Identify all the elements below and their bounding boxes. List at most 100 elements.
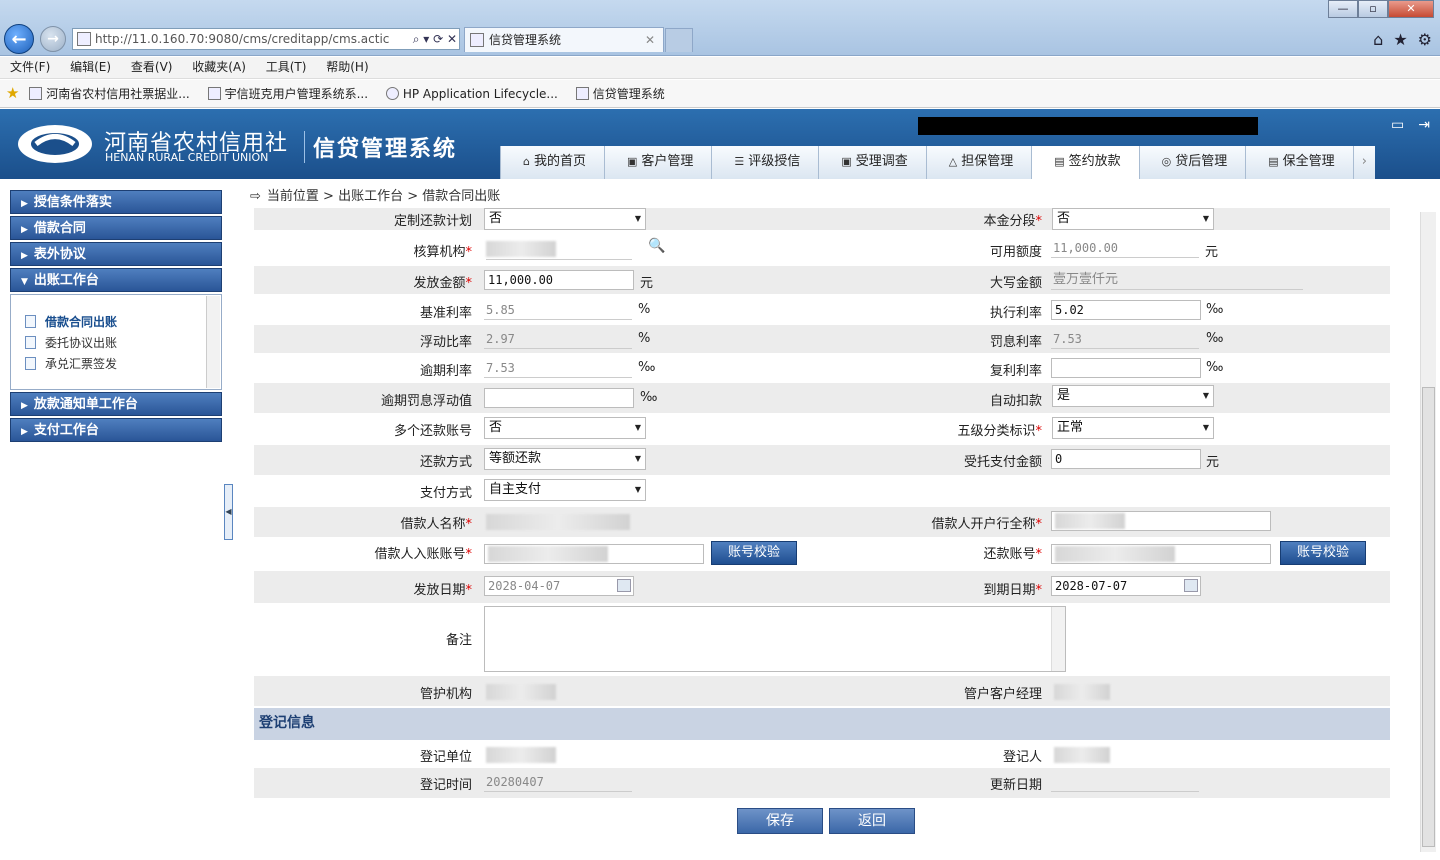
form-row: 核算机构* 🔍 可用额度 11,000.00 元 [254,232,1390,264]
nav-guarantee[interactable]: △ 担保管理 [925,146,1032,179]
submenu-scrollbar[interactable] [206,296,220,388]
sidebar-group-notice-desk[interactable]: ▶ 放款通知单工作台 [10,392,222,416]
nav-scroll-right-icon[interactable]: › [1352,146,1375,179]
multiple-repay-accounts-select[interactable]: 否 [484,417,646,439]
save-button[interactable]: 保存 [737,808,823,834]
payment-method-select[interactable]: 自主支付 [484,479,646,501]
unit: 元 [1205,245,1219,260]
sidebar-item-entrust-disbursement[interactable]: 委托协议出账 [25,334,221,355]
page-icon [575,87,589,100]
nav-rating[interactable]: ☰ 评级授信 [711,146,819,179]
float-ratio-value: 2.97 [484,329,632,349]
field-label: 自动扣款 [989,394,1042,409]
nav-home[interactable]: ⌂ 我的首页 [500,146,604,179]
favorites-add-icon[interactable]: ★ [6,84,19,102]
address-controls-icon[interactable]: ⌕ ▾ ⟳ ✕ [413,29,457,49]
five-level-classification-select[interactable]: 正常 [1052,417,1214,439]
sidebar-item-acceptance-bill[interactable]: 承兑汇票签发 [25,355,221,376]
forward-button[interactable]: → [40,26,66,52]
calendar-icon[interactable] [1184,579,1198,592]
menu-favorites[interactable]: 收藏夹(A) [192,60,246,74]
entrusted-payment-amount-input[interactable]: 0 [1051,449,1201,469]
form-row: 定制还款计划 否 本金分段* 否 [254,208,1390,230]
bank-full-name-input[interactable] [1051,511,1271,531]
repayment-account-input[interactable] [1051,544,1271,564]
calendar-icon[interactable] [617,579,631,592]
menu-tools[interactable]: 工具(T) [266,60,307,74]
sidebar-group-offbalance[interactable]: ▶ 表外协议 [10,242,222,266]
verify-repayment-account-button[interactable]: 账号校验 [1280,541,1366,565]
nav-customer[interactable]: ▣ 客户管理 [604,146,712,179]
home-icon[interactable]: ⌂ [1373,30,1383,49]
auto-deduct-select[interactable]: 是 [1052,385,1214,407]
form-row: 登记单位 登记人 [254,740,1390,768]
menu-view[interactable]: 查看(V) [131,60,173,74]
form-row: 多个还款账号 否 五级分类标识* 正常 [254,414,1390,444]
principal-segment-select[interactable]: 否 [1052,208,1214,230]
favorites-star-icon[interactable]: ★ [1393,30,1407,49]
favorite-link-3[interactable]: HP Application Lifecycle... [385,87,558,101]
nav-preserve[interactable]: ▤ 保全管理 [1245,146,1353,179]
back-button[interactable]: ← [4,24,34,54]
menu-file[interactable]: 文件(F) [10,60,50,74]
url-text: http://11.0.160.70:9080/cms/creditapp/cm… [95,32,390,46]
sidebar: ▶ 授信条件落实 ▶ 借款合同 ▶ 表外协议 ▼ 出账工作台 借款合同出账 委托协议出账… [10,190,222,446]
nav-postloan[interactable]: ◎ 贷后管理 [1138,146,1246,179]
disburse-amount-input[interactable]: 11,000.00 [484,270,634,290]
favorite-link-4[interactable]: 信贷管理系统 [575,87,665,101]
form-row: 发放金额* 11,000.00 元 大写金额 壹万壹仟元 [254,266,1390,294]
menu-help[interactable]: 帮助(H) [326,60,368,74]
favorite-link-1[interactable]: 河南省农村信用社票据业... [29,87,190,101]
field-label: 五级分类标识* [957,424,1042,439]
minimize-button[interactable]: — [1328,0,1358,18]
textarea-scrollbar[interactable] [1051,607,1065,671]
remark-textarea[interactable] [484,606,1066,672]
compound-rate-input[interactable] [1051,358,1201,378]
nav-contract[interactable]: ▤ 签约放款 [1031,146,1139,179]
nav-survey[interactable]: ▣ 受理调查 [818,146,926,179]
sidebar-item-loan-disbursement[interactable]: 借款合同出账 [25,313,221,334]
unit: ‰ [1206,302,1224,317]
sidebar-collapse-handle[interactable]: ◀ [224,484,233,540]
custom-repayment-plan-select[interactable]: 否 [484,208,646,230]
page-favicon-icon [77,32,91,46]
field-label: 发放金额* [413,276,472,291]
scrollbar-thumb[interactable] [1422,387,1435,847]
favorite-link-2[interactable]: 宇信班克用户管理系统系... [207,87,368,101]
overdue-penalty-float-input[interactable] [484,388,634,408]
menu-edit[interactable]: 编辑(E) [70,60,111,74]
disburse-date-input[interactable]: 2028-04-07 [484,576,634,596]
monitor-icon[interactable]: ▭ [1391,117,1404,133]
address-bar[interactable]: http://11.0.160.70:9080/cms/creditapp/cm… [72,28,460,50]
sidebar-group-credit-conditions[interactable]: ▶ 授信条件落实 [10,190,222,214]
document-icon [25,315,36,328]
logout-icon[interactable]: ⇥ [1418,117,1430,133]
form-row: 管护机构 管户客户经理 [254,676,1390,706]
main-nav: ⌂ 我的首页 ▣ 客户管理 ☰ 评级授信 ▣ 受理调查 △ 担保管理 ▤ 签约放款 ◎ 贷后管… [500,146,1375,179]
back-button-form[interactable]: 返回 [829,808,915,834]
search-icon[interactable]: 🔍 [648,238,665,254]
register-time-value: 20280407 [484,772,632,792]
maturity-date-input[interactable]: 2028-07-07 [1051,576,1201,596]
page-icon [29,87,43,100]
postloan-icon: ◎ [1161,155,1172,168]
sidebar-group-payment-desk[interactable]: ▶ 支付工作台 [10,418,222,442]
collapsed-arrow-icon: ▶ [21,199,28,209]
verify-borrower-account-button[interactable]: 账号校验 [711,541,797,565]
page-scrollbar[interactable] [1420,212,1436,852]
sidebar-group-loan-contract[interactable]: ▶ 借款合同 [10,216,222,240]
amount-in-words-value: 壹万壹仟元 [1051,270,1303,290]
sidebar-group-disbursement-desk[interactable]: ▼ 出账工作台 [10,268,222,292]
repayment-method-select[interactable]: 等额还款 [484,448,646,470]
close-tab-icon[interactable]: ✕ [645,28,655,52]
collapsed-arrow-icon: ▶ [21,401,28,411]
borrower-account-input[interactable] [484,544,704,564]
tools-gear-icon[interactable]: ⚙ [1418,30,1432,49]
overdue-rate-value: 7.53 [484,358,632,378]
browser-tab[interactable]: 信贷管理系统 ✕ [464,27,664,52]
new-tab-button[interactable] [665,28,693,52]
execution-rate-input[interactable]: 5.02 [1051,300,1201,320]
maximize-button[interactable]: ▫ [1358,0,1388,18]
field-label: 罚息利率 [989,335,1042,350]
close-window-button[interactable]: ✕ [1388,0,1434,18]
